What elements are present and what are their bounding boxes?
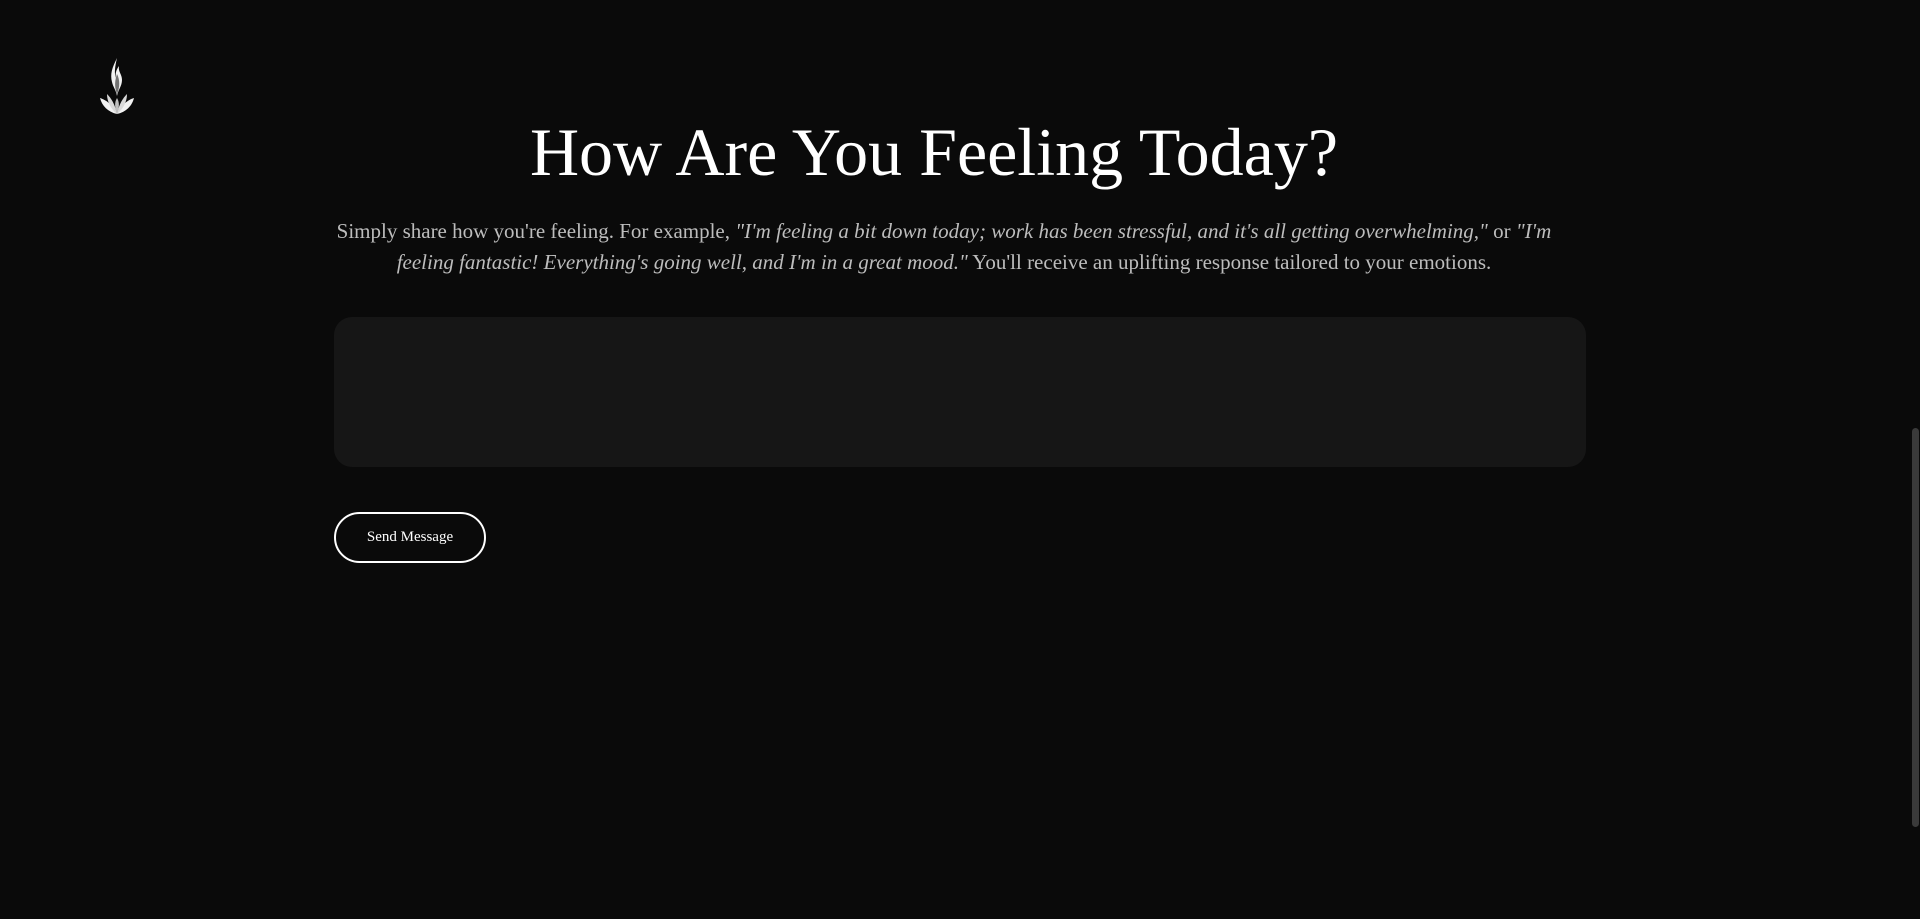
page-title: How Are You Feeling Today? [529,114,1339,190]
intro-outro: You'll receive an uplifting response tai… [967,250,1492,274]
page-scrollbar[interactable] [1911,0,1920,919]
intro-example-sad: "I'm feeling a bit down today; work has … [735,219,1488,243]
send-message-button[interactable]: Send Message [334,512,486,563]
flame-logo[interactable] [98,56,136,116]
flame-icon [100,58,134,114]
scrollbar-thumb[interactable] [1912,428,1919,827]
feeling-message-input[interactable] [334,317,1586,467]
intro-connector: or [1487,219,1516,243]
intro-text: Simply share how you're feeling. For exa… [334,216,1554,278]
intro-lead: Simply share how you're feeling. For exa… [336,219,736,243]
